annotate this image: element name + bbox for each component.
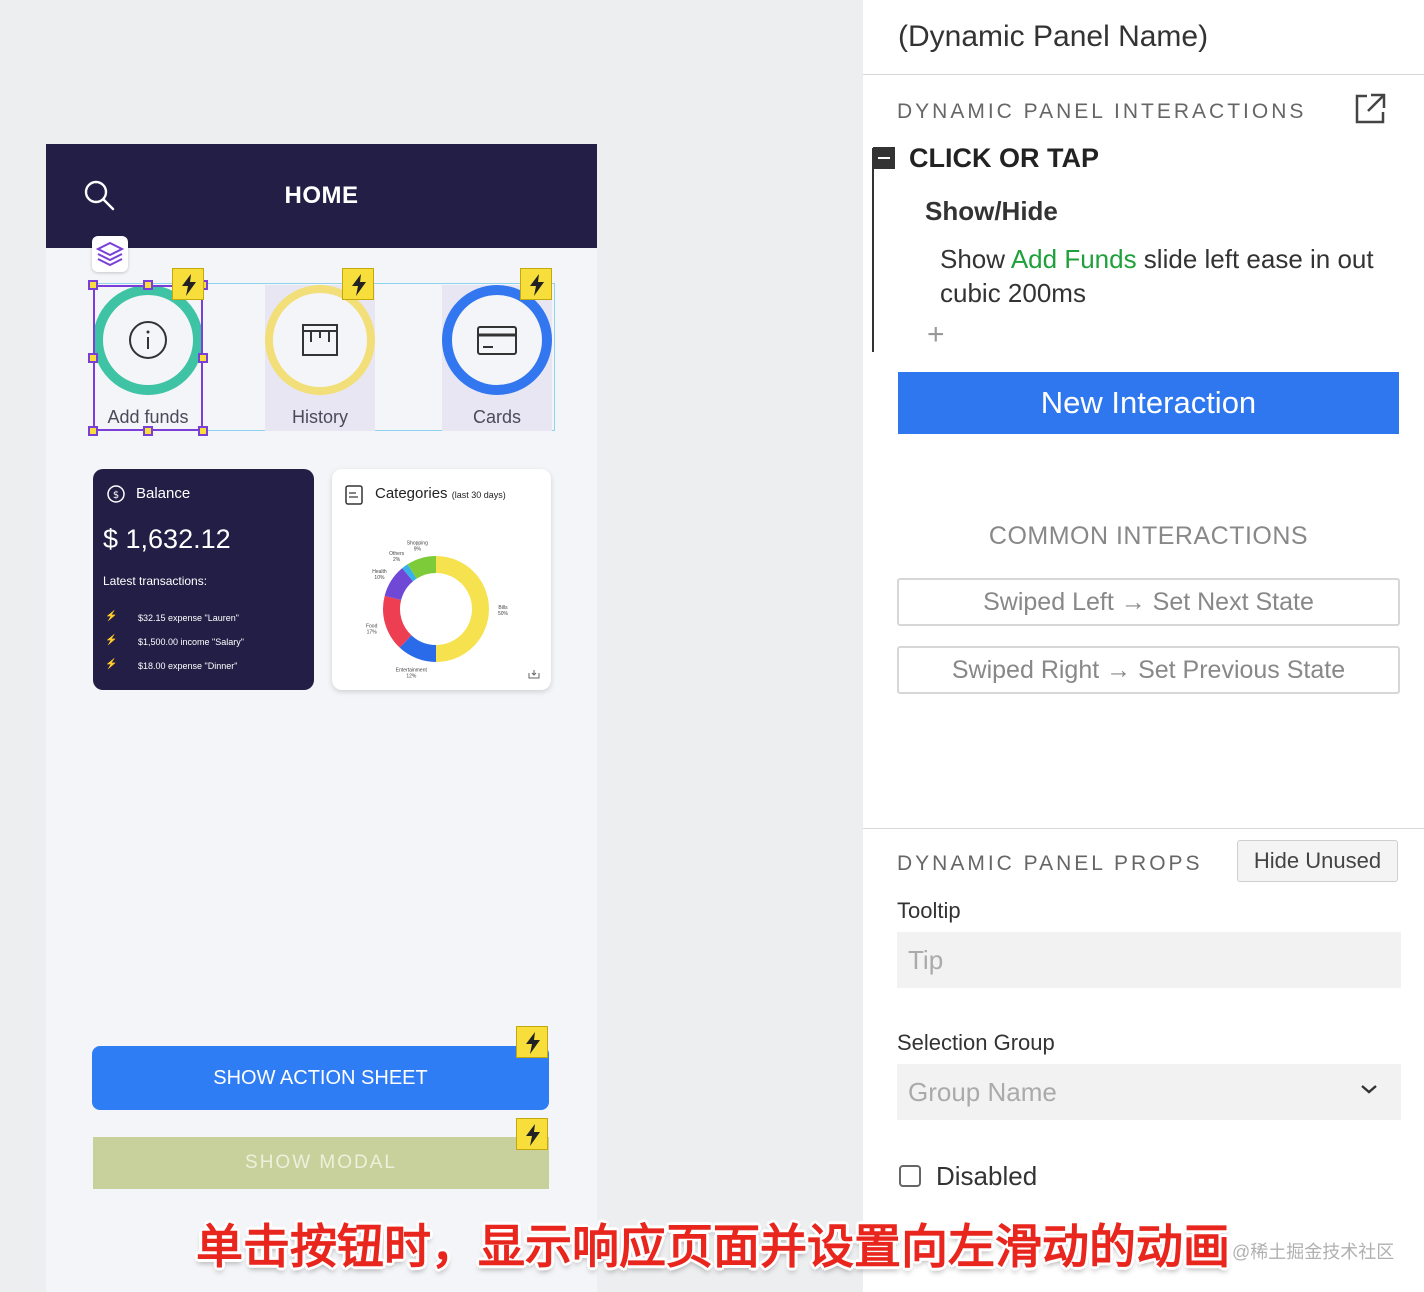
credit-card-icon (477, 326, 517, 355)
lightning-icon[interactable] (516, 1026, 548, 1058)
lightning-icon[interactable] (342, 268, 374, 300)
action-show-hide[interactable]: Show/Hide (925, 196, 1058, 227)
resize-handle[interactable] (198, 353, 208, 363)
divider (863, 74, 1424, 75)
props-section-label: DYNAMIC PANEL PROPS (897, 852, 1203, 875)
donut-label: Entertainment 12% (396, 667, 428, 679)
transaction-item: $18.00 expense "Dinner" (138, 661, 238, 671)
donut-label: Shopping 9% (407, 541, 428, 553)
chevron-down-icon (1361, 1085, 1377, 1094)
svg-text:$: $ (113, 490, 119, 501)
header-title: HOME (284, 182, 359, 209)
donut-label: Bills 50% (498, 605, 509, 617)
swiped-left-button[interactable]: Swiped Left → Set Next State (897, 578, 1400, 626)
resize-handle[interactable] (88, 353, 98, 363)
donut-label: Others 2% (389, 551, 405, 563)
hide-unused-button[interactable]: Hide Unused (1237, 840, 1398, 882)
show-action-sheet-button[interactable]: SHOW ACTION SHEET (92, 1046, 549, 1110)
interaction-group-bar (872, 148, 874, 352)
donut-label: Health 10% (372, 569, 387, 581)
swiped-right-button[interactable]: Swiped Right → Set Previous State (897, 646, 1400, 694)
balance-amount: $ 1,632.12 (103, 524, 231, 554)
download-icon[interactable] (528, 669, 540, 679)
tooltip-input[interactable]: Tip (897, 932, 1401, 988)
transaction-item: $1,500.00 income "Salary" (138, 637, 244, 647)
watermark: @稀土掘金技术社区 (1232, 1242, 1395, 1262)
receipt-icon (302, 324, 338, 356)
resize-handle[interactable] (198, 426, 208, 436)
show-modal-button[interactable]: SHOW MODAL (93, 1137, 549, 1189)
desc-prefix: Show (940, 244, 1011, 274)
resize-handle[interactable] (143, 426, 153, 436)
action-description[interactable]: Show Add Funds slide left ease in out cu… (940, 242, 1400, 310)
collapse-icon[interactable] (873, 147, 895, 169)
donut-label: Food 17% (366, 624, 378, 636)
external-link-icon[interactable] (1353, 92, 1387, 126)
selection-group-label: Selection Group (897, 1030, 1055, 1055)
interactions-section-label: DYNAMIC PANEL INTERACTIONS (897, 100, 1307, 123)
transaction-item: $32.15 expense "Lauren" (138, 613, 239, 623)
lightning-icon[interactable] (516, 1118, 548, 1150)
divider (863, 828, 1424, 829)
target-widget-name: Add Funds (1010, 244, 1137, 274)
lightning-icon[interactable] (520, 268, 552, 300)
shortcut-cards[interactable]: Cards (442, 285, 552, 431)
selection-group-select[interactable]: Group Name (897, 1064, 1401, 1120)
balance-title: Balance (136, 485, 191, 502)
lightning-icon: ⚡ (105, 635, 118, 646)
app-header: HOME (46, 144, 597, 248)
lightning-icon[interactable] (172, 268, 204, 300)
tooltip-label: Tooltip (897, 898, 961, 923)
categories-card[interactable]: Categories (last 30 days) Bills 50% Entert… (332, 469, 551, 690)
new-interaction-button[interactable]: New Interaction (898, 372, 1399, 434)
layers-icon[interactable] (92, 236, 128, 272)
disabled-checkbox[interactable] (899, 1165, 921, 1187)
resize-handle[interactable] (88, 280, 98, 290)
categories-donut-chart: Bills 50% Entertainment 12% Food 17% Health 10%… (366, 541, 509, 680)
disabled-label: Disabled (936, 1161, 1038, 1191)
shortcut-history[interactable]: History (265, 285, 375, 431)
resize-handle[interactable] (143, 280, 153, 290)
resize-handle[interactable] (88, 426, 98, 436)
panel-title[interactable]: (Dynamic Panel Name) (898, 20, 1208, 54)
properties-panel: (Dynamic Panel Name) DYNAMIC PANEL INTER… (863, 0, 1424, 1292)
phone-canvas: HOME Add funds History Cards $ Balance $… (46, 144, 597, 1292)
lightning-icon: ⚡ (105, 611, 118, 622)
selection-group-value: Group Name (908, 1077, 1057, 1107)
add-action-plus-icon[interactable]: + (927, 318, 945, 352)
common-interactions-label: COMMON INTERACTIONS (988, 522, 1309, 550)
balance-icon: $ (107, 485, 125, 503)
balance-card[interactable]: $ Balance $ 1,632.12 Latest transactions… (93, 469, 314, 690)
selection-box (93, 285, 203, 431)
shortcut-label: History (291, 407, 348, 427)
lightning-icon: ⚡ (105, 659, 118, 670)
latest-transactions-label: Latest transactions: (103, 574, 208, 588)
event-click-or-tap[interactable]: CLICK OR TAP (909, 143, 1099, 174)
caption-overlay: 单击按钮时，显示响应页面并设置向左滑动的动画 (196, 1220, 1230, 1273)
shortcut-label: Cards (472, 407, 521, 427)
donut-slice-bills (436, 556, 489, 662)
